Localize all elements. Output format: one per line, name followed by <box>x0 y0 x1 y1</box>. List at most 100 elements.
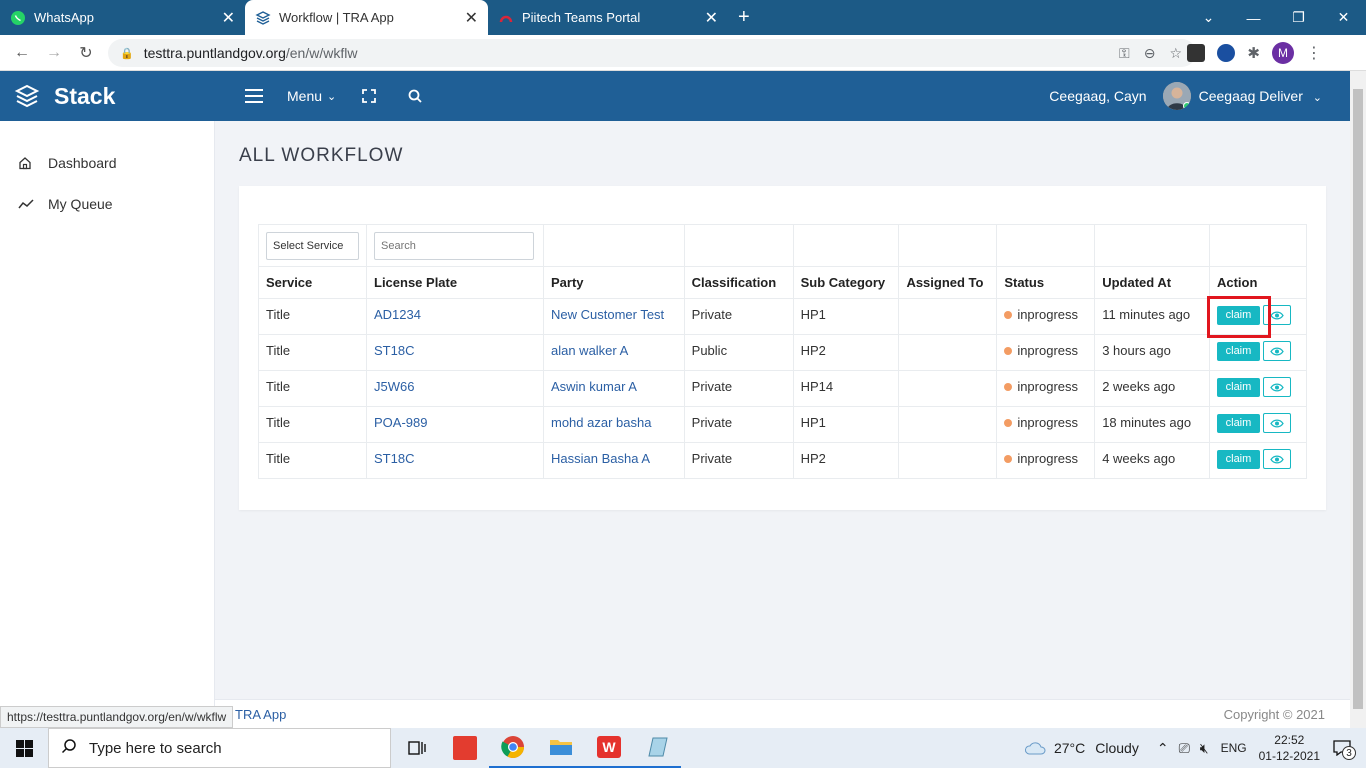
tab-label: WhatsApp <box>34 10 94 25</box>
view-eye-icon[interactable] <box>1262 377 1291 397</box>
view-eye-icon[interactable] <box>1262 305 1291 325</box>
brand[interactable]: Stack <box>0 83 215 110</box>
filter-cell-empty <box>683 224 794 267</box>
party-link[interactable]: mohd azar basha <box>551 415 651 430</box>
claim-button[interactable]: claim <box>1216 413 1260 433</box>
search-input[interactable] <box>374 231 534 260</box>
taskbar-search-box[interactable]: Type here to search <box>48 728 391 768</box>
chrome-icon[interactable] <box>489 728 537 768</box>
view-eye-icon[interactable] <box>1262 341 1291 361</box>
task-view-icon[interactable] <box>393 728 441 768</box>
select-service-dropdown[interactable]: Select Service <box>266 231 359 260</box>
status-dot <box>1004 455 1013 463</box>
filter-cell-empty <box>1094 224 1210 267</box>
notification-count: 3 <box>1342 746 1356 760</box>
search-icon <box>61 738 77 758</box>
status-text: inprogress <box>1017 415 1079 430</box>
tab-teams-portal[interactable]: Piitech Teams Portal ✕ <box>488 0 728 35</box>
party-link[interactable]: New Customer Test <box>551 307 664 322</box>
chevron-up-icon[interactable]: ⌃ <box>1157 740 1169 757</box>
cell-sub-category: HP1 <box>792 298 900 335</box>
col-header: Status <box>996 266 1096 299</box>
notification-center-icon[interactable]: 3 <box>1330 740 1356 760</box>
volume-muted-icon[interactable]: 🔇︎ <box>1200 740 1209 757</box>
cell-action: claim <box>1208 370 1308 407</box>
footer: TRA App Copyright © 2021 <box>215 699 1350 728</box>
notes-app-icon[interactable] <box>633 728 681 768</box>
selenium-extension-icon[interactable] <box>1187 44 1206 62</box>
language-indicator[interactable]: ENG <box>1221 741 1247 755</box>
party-link[interactable]: Aswin kumar A <box>551 379 637 394</box>
license-plate-link[interactable]: POA-989 <box>374 415 427 430</box>
address-bar[interactable]: 🔒 testtra.puntlandgov.org /en/w/wkflw ⚿ … <box>108 39 1196 67</box>
key-icon[interactable]: ⚿ <box>1119 45 1130 62</box>
weather-widget[interactable]: 27°C Cloudy <box>1024 740 1139 756</box>
new-tab-icon[interactable]: + <box>738 0 750 35</box>
user-avatar[interactable] <box>1162 82 1191 110</box>
table-row: Title ST18C alan walker A Public HP2 inp… <box>258 334 1308 371</box>
chevron-down-icon: ⌄ <box>1312 92 1322 104</box>
page-scrollbar[interactable] <box>1350 71 1366 728</box>
sidebar-item-my-queue[interactable]: My Queue <box>0 183 214 224</box>
view-eye-icon[interactable] <box>1262 413 1291 433</box>
sidebar-item-dashboard[interactable]: Dashboard <box>0 142 214 183</box>
bookmark-star-icon[interactable]: ☆ <box>1169 45 1182 62</box>
claim-button[interactable]: claim <box>1216 377 1260 397</box>
back-icon[interactable]: ← <box>6 44 38 62</box>
claim-button[interactable]: claim <box>1216 449 1260 469</box>
menu-dropdown[interactable]: Menu ⌄ <box>287 88 336 104</box>
license-plate-link[interactable]: AD1234 <box>374 307 421 322</box>
cell-sub-category: HP1 <box>792 406 900 443</box>
close-window-icon[interactable]: ✕ <box>1321 9 1366 26</box>
browser-menu-icon[interactable]: ⋮ <box>1306 43 1322 63</box>
minimize-icon[interactable]: — <box>1231 10 1276 26</box>
cloudy-icon <box>1024 742 1046 755</box>
party-link[interactable]: Hassian Basha A <box>551 451 650 466</box>
workflow-card: Select Service Service License Plate Par… <box>239 186 1326 510</box>
close-tab-icon[interactable]: ✕ <box>222 8 235 28</box>
puzzle-extensions-icon[interactable]: ✱ <box>1247 44 1260 62</box>
workflow-table: Select Service Service License Plate Par… <box>258 224 1308 479</box>
window-controls: ⌄ — ❐ ✕ <box>1186 0 1366 35</box>
cell-updated-at: 18 minutes ago <box>1094 406 1210 443</box>
user-menu[interactable]: Ceegaag Deliver ⌄ <box>1199 88 1322 104</box>
file-explorer-icon[interactable] <box>537 728 585 768</box>
cell-service: Title <box>258 442 367 479</box>
zoom-icon[interactable]: ⊖ <box>1144 45 1156 62</box>
close-tab-icon[interactable]: ✕ <box>705 8 718 28</box>
shield-extension-icon[interactable] <box>1217 44 1236 62</box>
forward-icon[interactable]: → <box>38 44 70 62</box>
profile-dropdown-icon[interactable]: ⌄ <box>1186 9 1231 26</box>
taskbar-clock[interactable]: 22:52 01-12-2021 <box>1259 732 1320 764</box>
filter-row: Select Service <box>258 224 1308 267</box>
claim-button[interactable]: claim <box>1216 305 1260 325</box>
scrollbar-thumb[interactable] <box>1353 89 1363 709</box>
stack-logo-icon <box>255 10 271 26</box>
restore-icon[interactable]: ❐ <box>1276 9 1321 26</box>
search-icon[interactable] <box>408 89 422 103</box>
profile-avatar[interactable]: M <box>1272 42 1294 64</box>
anydesk-icon[interactable] <box>441 728 489 768</box>
tab-workflow[interactable]: Workflow | TRA App ✕ <box>245 0 488 35</box>
view-eye-icon[interactable] <box>1262 449 1291 469</box>
status-dot <box>1004 311 1013 319</box>
license-plate-link[interactable]: J5W66 <box>374 379 414 394</box>
license-plate-link[interactable]: ST18C <box>374 343 414 358</box>
tab-whatsapp[interactable]: WhatsApp ✕ <box>0 0 245 35</box>
claim-button[interactable]: claim <box>1216 341 1260 361</box>
fullscreen-icon[interactable] <box>362 89 377 103</box>
cell-assigned-to <box>898 370 998 407</box>
filter-cell-service: Select Service <box>258 224 367 267</box>
hamburger-icon[interactable] <box>245 89 263 103</box>
party-link[interactable]: alan walker A <box>551 343 628 358</box>
license-plate-link[interactable]: ST18C <box>374 451 414 466</box>
reload-icon[interactable]: ↻ <box>70 43 102 63</box>
close-tab-icon[interactable]: ✕ <box>465 8 478 28</box>
cell-service: Title <box>258 406 367 443</box>
network-icon[interactable]: ⎚ <box>1179 740 1190 757</box>
windows-start-icon[interactable] <box>0 739 48 757</box>
system-tray: 27°C Cloudy ⌃ ⎚ 🔇︎ ENG 22:52 01-12-2021 … <box>1024 728 1366 768</box>
footer-brand[interactable]: TRA App <box>235 707 286 722</box>
page-title: ALL WORKFLOW <box>239 145 404 166</box>
wps-office-icon[interactable]: W <box>585 728 633 768</box>
